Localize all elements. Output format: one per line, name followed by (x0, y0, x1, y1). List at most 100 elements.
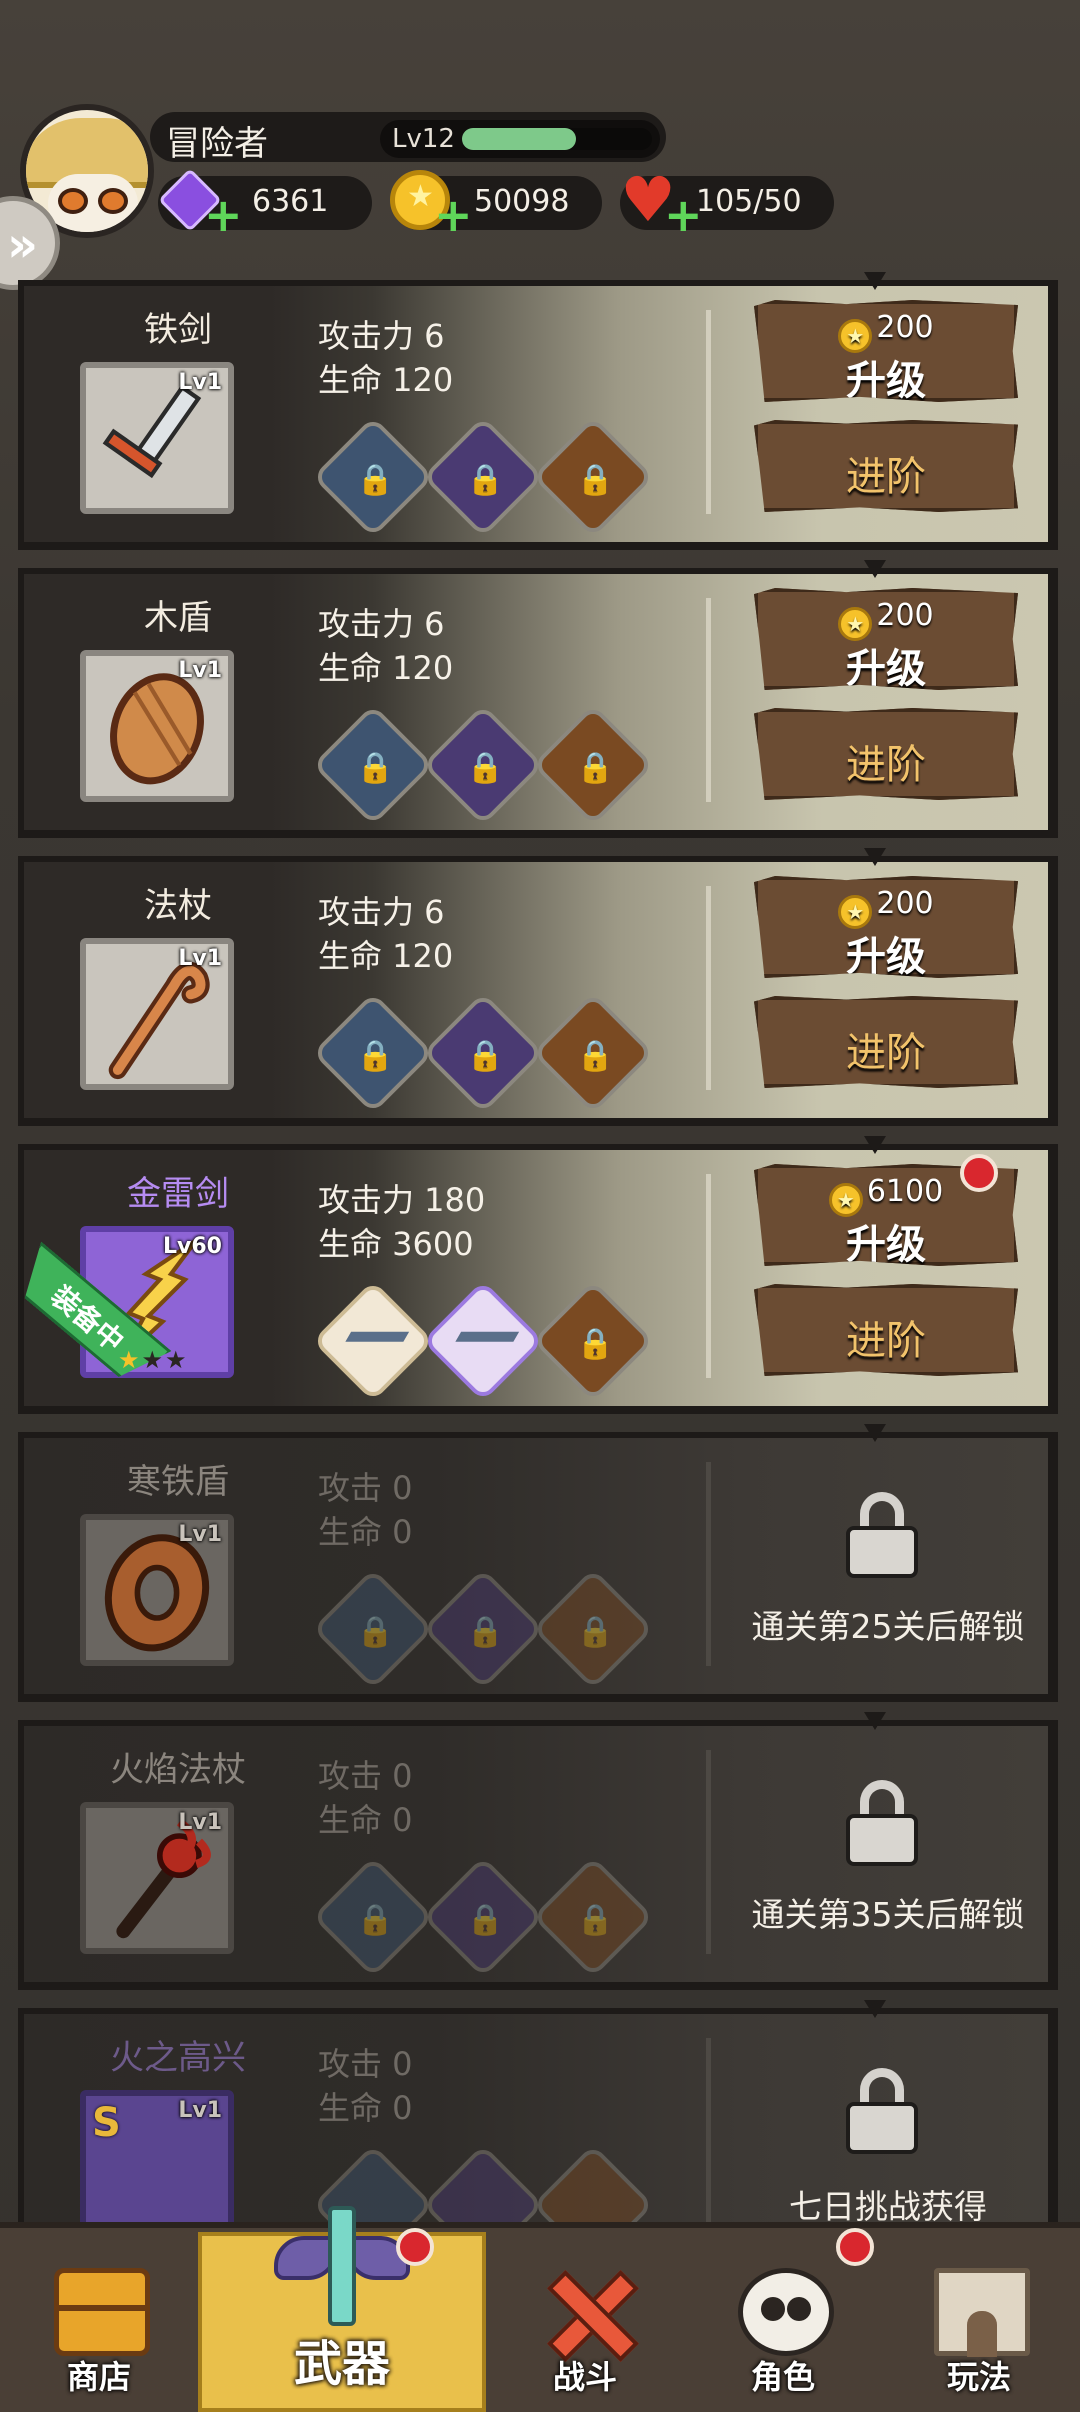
weapon-name: 火之高兴 (110, 2038, 246, 2078)
weapon-icon-frame[interactable]: Lv1 (80, 1514, 234, 1666)
hp-stat: 生命 120 (318, 937, 454, 975)
advance-button[interactable]: 进阶 (754, 1284, 1018, 1376)
divider (706, 598, 711, 802)
lightning-icon (345, 1331, 410, 1342)
attack-stat: 攻击 0 (318, 1469, 413, 1507)
add-gems-icon[interactable]: + (204, 192, 243, 238)
gem-count: 6361 (252, 184, 329, 219)
weapon-icon-frame[interactable]: S Lv1 (80, 2090, 234, 2242)
weapon-stats: 攻击力 6 生命 120 (318, 890, 453, 978)
lock-icon: 🔒 (576, 1902, 614, 1938)
weapon-stats: 攻击 0 生命 0 (318, 1754, 413, 1842)
divider (706, 1462, 711, 1666)
nav-weapons-label: 武器 (293, 2336, 390, 2392)
coin-count: 50098 (474, 184, 570, 219)
upgrade-cost: 200 (876, 310, 934, 345)
weapon-name: 法杖 (144, 886, 212, 926)
exp-bar-fill (462, 128, 576, 150)
upgrade-label: 升级 (846, 646, 926, 692)
advance-button[interactable]: 进阶 (754, 996, 1018, 1088)
weapon-card-staff: 法杖 Lv1 攻击力 6 生命 120 🔒 🔒 🔒 ★ 200 升级 进阶 (18, 848, 1058, 1126)
divider (706, 1750, 711, 1954)
weapon-card-iron-sword: 铁剑 Lv1 攻击力 6 生命 120 🔒 🔒 🔒 ★ 200 升级 进阶 (18, 272, 1058, 550)
nav-gameplay[interactable]: 玩法 (884, 2230, 1074, 2410)
upgrade-cost: 200 (876, 598, 934, 633)
unlock-condition: 通关第25关后解锁 (751, 1607, 1025, 1646)
weapon-name: 金雷剑 (127, 1174, 229, 1214)
advance-button[interactable]: 进阶 (754, 708, 1018, 800)
upgrade-label: 升级 (846, 358, 926, 404)
upgrade-label: 升级 (846, 1222, 926, 1268)
hp-stat: 生命 0 (318, 1801, 413, 1839)
upgrade-label: 升级 (846, 934, 926, 980)
attack-stat: 攻击力 6 (318, 893, 445, 931)
hp-stat: 生命 120 (318, 649, 454, 687)
divider (706, 310, 711, 514)
attack-stat: 攻击力 180 (318, 1181, 486, 1219)
double-chevron-right-icon: » (7, 217, 39, 273)
advance-label: 进阶 (846, 1030, 926, 1076)
weapon-name: 木盾 (144, 598, 212, 638)
divider (706, 2038, 711, 2242)
nav-shop[interactable]: 商店 (4, 2230, 194, 2410)
padlock-icon (844, 1492, 920, 1578)
attack-stat: 攻击 0 (318, 1757, 413, 1795)
attack-stat: 攻击力 6 (318, 605, 445, 643)
exp-bar (462, 128, 652, 150)
lock-icon: 🔒 (576, 1326, 614, 1362)
player-header: 冒险者 Lv12 6361 + 50098 + 105/50 ♥ + (0, 0, 1080, 270)
weapon-name: 铁剑 (144, 310, 212, 350)
upgrade-button[interactable]: ★ 200 升级 (754, 300, 1018, 402)
weapon-level: Lv1 (178, 658, 222, 683)
weapon-icon-frame[interactable]: Lv1 (80, 1802, 234, 1954)
weapon-icon-frame[interactable]: Lv1 (80, 362, 234, 514)
lock-icon: 🔒 (466, 1902, 504, 1938)
hp-stat: 生命 0 (318, 2089, 413, 2127)
nav-weapons[interactable]: 武器 (198, 2206, 486, 2412)
hp-stat: 生命 0 (318, 1513, 413, 1551)
star-rating: ★★★ (118, 1346, 189, 1374)
star-icon: ★ (141, 1346, 166, 1374)
weapon-level: Lv1 (178, 2098, 222, 2123)
advance-label: 进阶 (846, 454, 926, 500)
player-name: 冒险者 (166, 124, 268, 164)
weapon-card-cold-iron-shield: 寒铁盾 Lv1 攻击 0 生命 0 🔒 🔒 🔒 通关第25关后解锁 (18, 1424, 1058, 1702)
nav-character-label: 角色 (750, 2358, 815, 2396)
weapon-level: Lv60 (163, 1234, 222, 1259)
weapon-name: 寒铁盾 (127, 1462, 229, 1502)
lock-icon: 🔒 (356, 1902, 394, 1938)
notification-dot (396, 2228, 434, 2266)
weapon-stats: 攻击 0 生命 0 (318, 1466, 413, 1554)
weapon-card-flame-staff: 火焰法杖 Lv1 攻击 0 生命 0 🔒 🔒 🔒 通关第35关后解锁 (18, 1712, 1058, 1990)
weapon-card-wooden-shield: 木盾 Lv1 攻击力 6 生命 120 🔒 🔒 🔒 ★ 200 升级 进阶 (18, 560, 1058, 838)
nav-battle-label: 战斗 (552, 2358, 617, 2396)
weapon-icon-frame[interactable]: Lv1 (80, 650, 234, 802)
nav-battle[interactable]: 战斗 (490, 2230, 680, 2410)
star-icon: ★ (118, 1346, 142, 1374)
hp-stat: 生命 120 (318, 361, 454, 399)
lightning-icon (455, 1331, 520, 1342)
weapon-stats: 攻击力 180 生命 3600 (318, 1178, 485, 1266)
advance-button[interactable]: 进阶 (754, 420, 1018, 512)
s-rank-icon: S (92, 2100, 121, 2146)
divider (706, 1174, 711, 1378)
advance-label: 进阶 (846, 742, 926, 788)
upgrade-button[interactable]: ★ 200 升级 (754, 876, 1018, 978)
unlock-condition: 七日挑战获得 (789, 2187, 987, 2226)
weapon-stats: 攻击力 6 生命 120 (318, 602, 453, 690)
add-stamina-icon[interactable]: + (664, 192, 703, 238)
lock-icon: 🔒 (576, 1614, 614, 1650)
weapon-icon-frame[interactable]: Lv1 (80, 938, 234, 1090)
lock-icon: 🔒 (356, 462, 394, 498)
padlock-icon (844, 2068, 920, 2154)
upgrade-cost: 6100 (866, 1174, 944, 1209)
player-level: Lv12 (392, 124, 455, 154)
weapon-level: Lv1 (178, 1810, 222, 1835)
attack-stat: 攻击力 6 (318, 317, 445, 355)
weapon-name: 火焰法杖 (110, 1750, 246, 1790)
nav-shop-label: 商店 (66, 2358, 131, 2396)
upgrade-button[interactable]: ★ 200 升级 (754, 588, 1018, 690)
stamina-count: 105/50 (696, 184, 802, 219)
add-coins-icon[interactable]: + (434, 192, 473, 238)
tower-icon (934, 2268, 1030, 2357)
